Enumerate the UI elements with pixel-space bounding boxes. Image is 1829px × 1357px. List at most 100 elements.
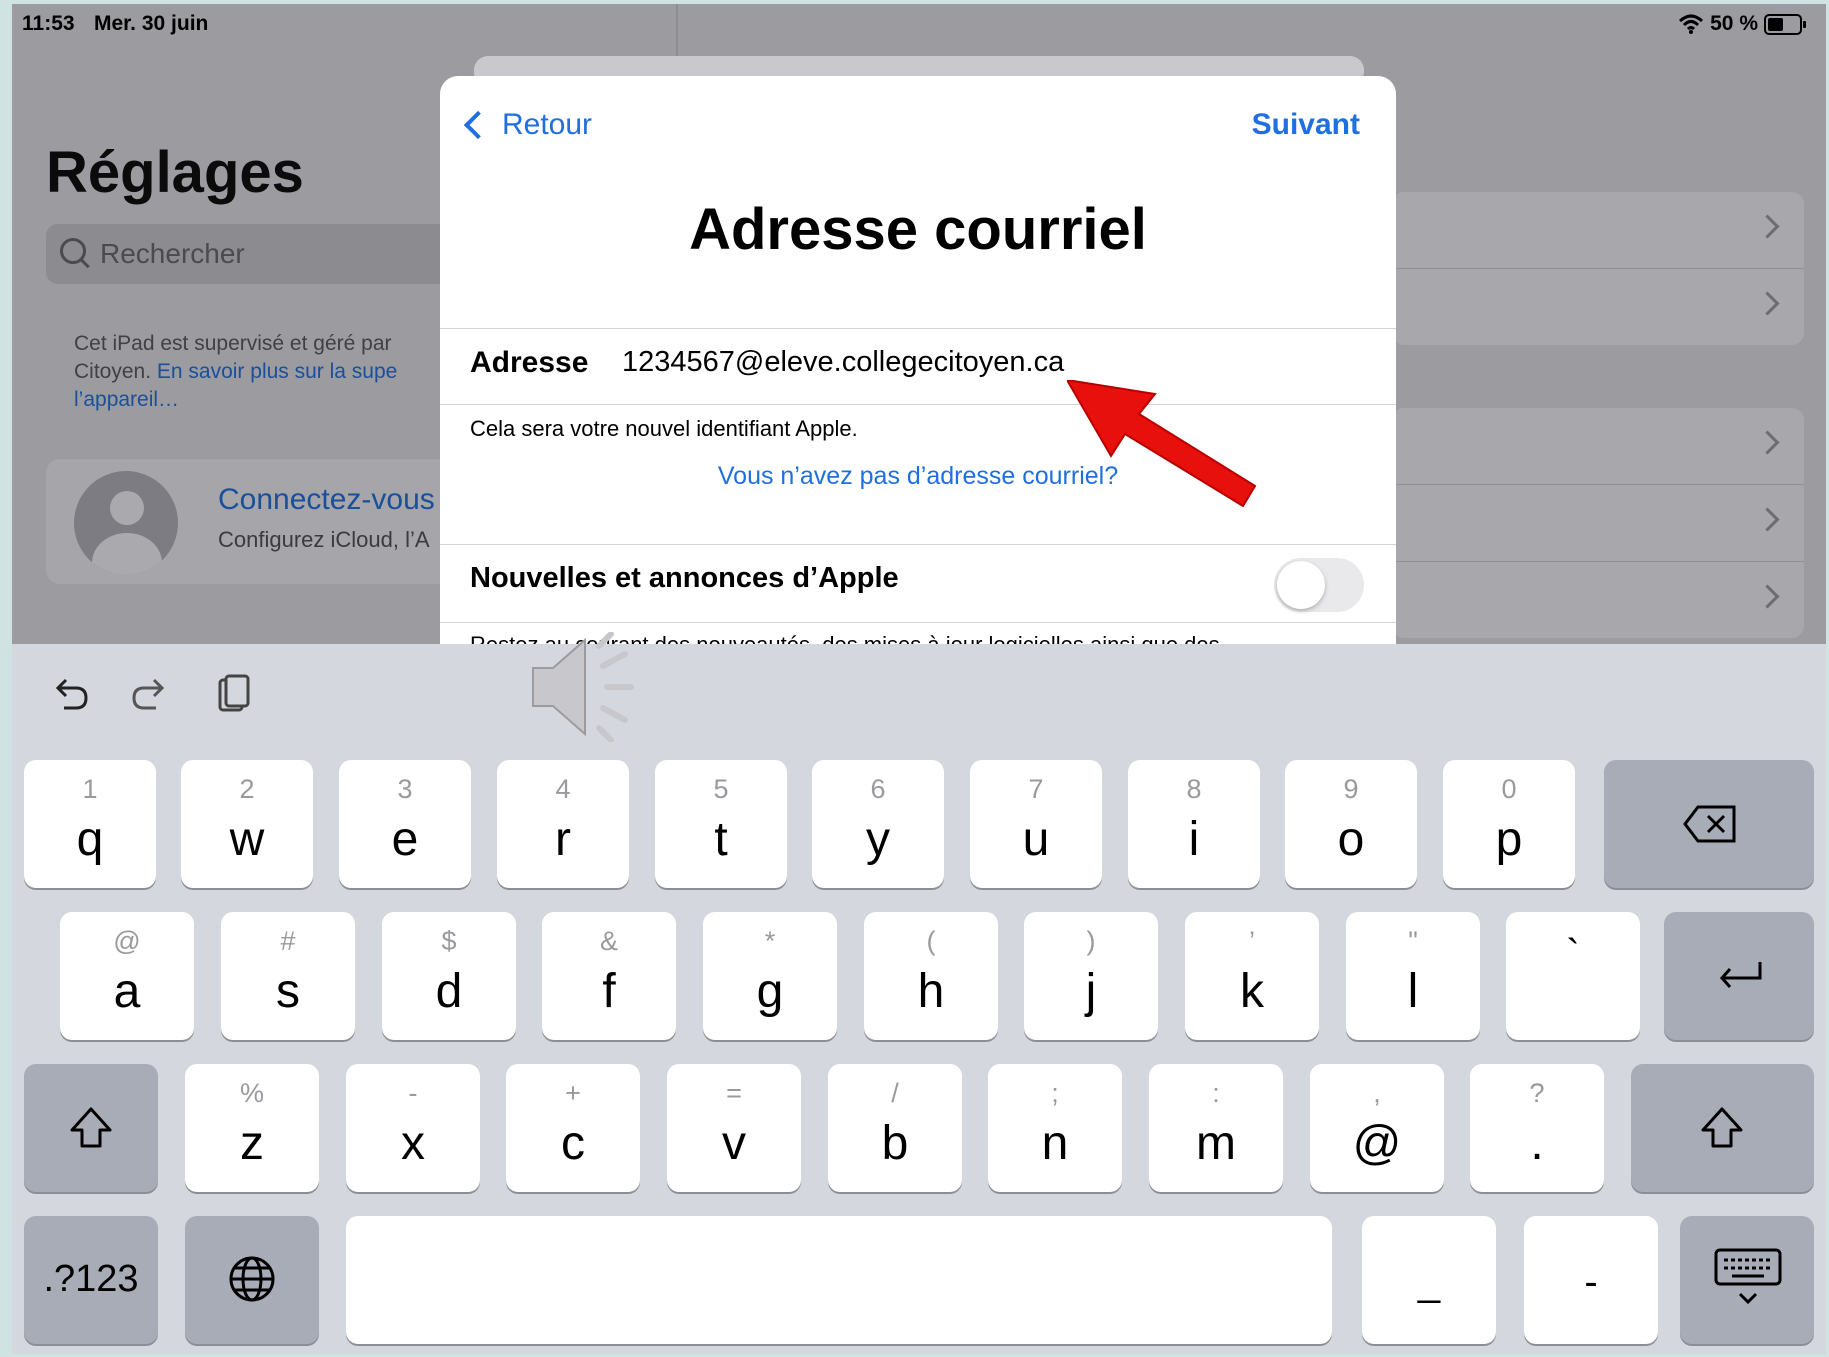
- supervision-note: Cet iPad est supervisé et géré par Citoy…: [74, 330, 454, 414]
- key-period[interactable]: ?.: [1470, 1064, 1604, 1192]
- key-g[interactable]: * g: [703, 912, 837, 1040]
- numbers-key-label: .?123: [43, 1258, 139, 1300]
- key-secondary: :: [1212, 1078, 1220, 1108]
- key-secondary: 0: [1501, 774, 1517, 804]
- key-w[interactable]: 2w: [181, 760, 313, 888]
- key-primary: z: [240, 1117, 264, 1170]
- apple-id-hint: Cela sera votre nouvel identifiant Apple…: [470, 416, 858, 441]
- return-icon: [1719, 962, 1762, 988]
- key-primary: s: [276, 965, 300, 1018]
- red-arrow-annotation: [1067, 380, 1257, 508]
- undo-icon[interactable]: [46, 670, 94, 718]
- next-button[interactable]: Suivant: [1252, 108, 1360, 142]
- search-placeholder: Rechercher: [100, 238, 245, 269]
- key-q[interactable]: 1q: [24, 760, 156, 888]
- divider: [440, 328, 1396, 329]
- key-v[interactable]: = v: [667, 1064, 801, 1192]
- battery-icon: [1764, 13, 1806, 35]
- key-primary: f: [602, 965, 616, 1018]
- shift-left-key[interactable]: [24, 1064, 158, 1192]
- sign-in-subtitle: Configurez iCloud, l’A: [218, 527, 430, 552]
- settings-row[interactable]: [1392, 562, 1804, 638]
- key-x[interactable]: -x: [346, 1064, 480, 1192]
- redo-icon[interactable]: [126, 670, 174, 718]
- key-d[interactable]: $ d: [382, 912, 516, 1040]
- key-t[interactable]: 5t: [655, 760, 787, 888]
- news-label: Nouvelles et annonces d’Apple: [470, 562, 899, 594]
- key-secondary: ): [1086, 926, 1096, 956]
- key-e[interactable]: 3e: [339, 760, 471, 888]
- key-c[interactable]: + c: [506, 1064, 640, 1192]
- key-secondary: 1: [82, 774, 98, 804]
- key-secondary: 8: [1186, 774, 1202, 804]
- key-r[interactable]: 4r: [497, 760, 629, 888]
- chevron-right-icon: [1755, 507, 1780, 532]
- key-primary: -: [1584, 1260, 1598, 1304]
- key-l[interactable]: " l: [1346, 912, 1480, 1040]
- chevron-right-icon: [1755, 214, 1780, 239]
- space-key[interactable]: [346, 1216, 1332, 1344]
- key-backtick[interactable]: `: [1506, 912, 1640, 1040]
- key-i[interactable]: 8i: [1128, 760, 1260, 888]
- key-dash[interactable]: -: [1524, 1216, 1658, 1344]
- paste-icon[interactable]: [208, 670, 256, 718]
- status-bar: 11:53 Mer. 30 juin 50 %: [12, 4, 1826, 44]
- key-f[interactable]: & f: [542, 912, 676, 1040]
- key-secondary: (: [926, 926, 936, 956]
- settings-title: Réglages: [46, 140, 304, 205]
- key-s[interactable]: # s: [221, 912, 355, 1040]
- divider: [440, 622, 1396, 623]
- key-secondary: =: [726, 1078, 742, 1108]
- chevron-right-icon: [1755, 291, 1780, 316]
- shift-right-key[interactable]: [1631, 1064, 1814, 1192]
- news-toggle[interactable]: [1274, 558, 1364, 612]
- divider: [440, 544, 1396, 545]
- key-secondary: *: [764, 926, 776, 956]
- key-primary: e: [391, 813, 419, 866]
- key-o[interactable]: 9o: [1285, 760, 1417, 888]
- key-primary: a: [113, 965, 141, 1018]
- key-j[interactable]: ) j: [1024, 912, 1158, 1040]
- key-secondary: ;: [1051, 1078, 1059, 1108]
- search-icon: [60, 238, 86, 264]
- key-secondary: /: [891, 1078, 899, 1108]
- key-m[interactable]: :m: [1149, 1064, 1283, 1192]
- key-secondary: ,: [1373, 1078, 1381, 1108]
- settings-row[interactable]: [1392, 408, 1804, 485]
- key-a[interactable]: @ a: [60, 912, 194, 1040]
- settings-row[interactable]: [1392, 269, 1804, 345]
- sign-in-label[interactable]: Connectez-vous: [218, 483, 435, 517]
- globe-key[interactable]: [185, 1216, 319, 1344]
- settings-search[interactable]: Rechercher: [46, 224, 466, 284]
- numbers-key[interactable]: .?123: [24, 1216, 158, 1344]
- settings-row[interactable]: [1392, 485, 1804, 562]
- key-secondary: 9: [1343, 774, 1359, 804]
- key-secondary: 3: [397, 774, 413, 804]
- key-underscore[interactable]: _: [1362, 1216, 1496, 1344]
- key-h[interactable]: (h: [864, 912, 998, 1040]
- settings-group-2: [1392, 408, 1804, 638]
- key-primary: d: [435, 965, 463, 1018]
- key-secondary: 5: [713, 774, 729, 804]
- key-secondary: -: [408, 1078, 418, 1108]
- email-field[interactable]: [622, 346, 1322, 379]
- hide-keyboard-key[interactable]: [1680, 1216, 1814, 1344]
- key-u[interactable]: 7u: [970, 760, 1102, 888]
- key-n[interactable]: ; n: [988, 1064, 1122, 1192]
- return-key[interactable]: [1664, 912, 1814, 1040]
- key-primary: x: [401, 1117, 425, 1170]
- sign-in-card[interactable]: Connectez-vous Configurez iCloud, l’A: [46, 459, 466, 584]
- settings-row[interactable]: [1392, 192, 1804, 269]
- backspace-key[interactable]: [1604, 760, 1814, 888]
- avatar: [74, 471, 178, 575]
- key-k[interactable]: ’ k: [1185, 912, 1319, 1040]
- key-primary: b: [881, 1117, 909, 1170]
- key-y[interactable]: 6y: [812, 760, 944, 888]
- key-p[interactable]: 0p: [1443, 760, 1575, 888]
- back-button[interactable]: Retour: [462, 108, 592, 142]
- page-title: Adresse courriel: [689, 197, 1147, 262]
- key-b[interactable]: / b: [828, 1064, 962, 1192]
- key-z[interactable]: % z: [185, 1064, 319, 1192]
- key-at[interactable]: , @: [1310, 1064, 1444, 1192]
- key-secondary: 7: [1028, 774, 1044, 804]
